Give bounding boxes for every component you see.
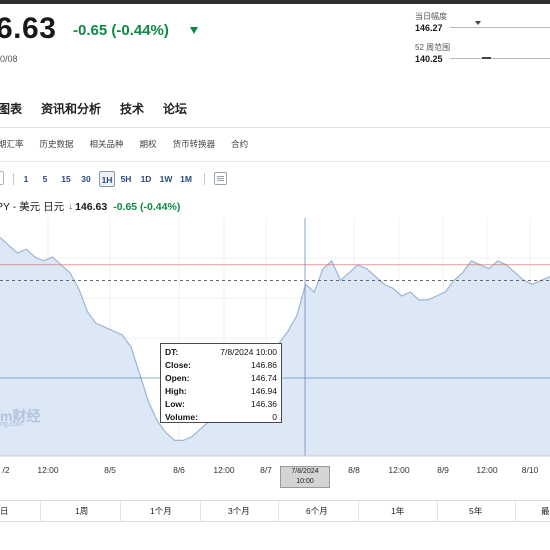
x-tick-label: 8/9	[437, 465, 449, 475]
x-tick-label: 8/8	[348, 465, 360, 475]
x-tick-label: 8/6	[173, 465, 185, 475]
data-tooltip: DT: 7/8/2024 10:00 Close: 146.86 Open: 146.…	[160, 343, 282, 423]
x-tick-label: 12:00	[476, 465, 498, 475]
period-3mo[interactable]: 3个月	[228, 505, 250, 517]
subnav-options[interactable]: 期权	[140, 138, 157, 150]
nav-divider	[0, 127, 550, 128]
table-view-icon[interactable]	[214, 172, 227, 185]
tooltip-high: 146.94	[251, 386, 277, 396]
period-6mo[interactable]: 6个月	[306, 505, 328, 517]
subnav-contracts[interactable]: 合约	[231, 138, 248, 150]
week52-marker	[482, 57, 491, 59]
day-range-marker	[475, 21, 481, 25]
period-separator	[278, 501, 279, 521]
period-selector: 日 1周 1个月 3个月 6个月 1年 5年 最	[0, 500, 550, 522]
x-tick-label: 8/10	[521, 465, 539, 475]
period-1w[interactable]: 1周	[75, 505, 88, 517]
tooltip-dt: 7/8/2024 10:00	[220, 347, 277, 357]
nav-forum[interactable]: 论坛	[163, 100, 187, 118]
interval-5h[interactable]: 5H	[118, 171, 134, 187]
interval-5m[interactable]: 5	[39, 171, 51, 187]
period-5y[interactable]: 5年	[469, 505, 482, 517]
day-range-value: 146.27	[415, 23, 443, 33]
subnav-related[interactable]: 相关品种	[90, 138, 124, 150]
period-separator	[200, 501, 201, 521]
tooltip-open-label: Open:	[165, 373, 190, 383]
week52-bar	[450, 58, 550, 59]
chart-symbol: PY - 美元 日元	[0, 201, 65, 213]
chart-price: 146.63	[75, 200, 108, 213]
top-bar	[0, 0, 550, 4]
subnav-divider	[0, 161, 550, 162]
chart-change: -0.65 (-0.44%)	[113, 200, 181, 213]
week52-value: 140.25	[415, 54, 443, 64]
period-separator	[120, 501, 121, 521]
tooltip-high-label: High:	[165, 386, 187, 396]
tooltip-dt-label: DT:	[165, 347, 179, 357]
price-change: -0.65 (-0.44%)	[73, 22, 169, 39]
x-tick-label: 12:00	[213, 465, 235, 475]
period-1mo[interactable]: 1个月	[150, 505, 172, 517]
period-1d[interactable]: 日	[0, 505, 9, 517]
tooltip-low-label: Low:	[165, 399, 185, 409]
tooltip-volume-label: Volume:	[165, 412, 198, 422]
interval-1mo[interactable]: 1M	[178, 171, 194, 187]
nav-chart[interactable]: 图表	[0, 100, 22, 118]
interval-1h[interactable]: 1H	[99, 171, 115, 187]
week52-label: 52 周范围	[415, 43, 451, 52]
interval-30m[interactable]: 30	[78, 171, 94, 187]
x-cursor-label: 7/8/2024 10:00	[280, 466, 330, 488]
interval-15m[interactable]: 15	[58, 171, 74, 187]
sub-nav: 期汇率 历史数据 相关品种 期权 货币转换器 合约	[0, 138, 264, 150]
toolbar-separator	[204, 173, 205, 185]
period-separator	[358, 501, 359, 521]
tooltip-close-label: Close:	[165, 360, 191, 370]
period-max[interactable]: 最	[541, 505, 550, 517]
down-arrow-icon	[190, 27, 198, 34]
nav-technical[interactable]: 技术	[120, 100, 144, 118]
day-range-label: 当日幅度	[415, 12, 447, 21]
current-price: 6.63	[0, 12, 57, 45]
x-tick-label: 12:00	[388, 465, 410, 475]
x-tick-label: 8/5	[104, 465, 116, 475]
chart-type-icon[interactable]	[0, 171, 4, 185]
x-tick-label: 8/7	[260, 465, 272, 475]
tooltip-low: 146.36	[251, 399, 277, 409]
day-range-bar	[450, 27, 550, 28]
tooltip-close: 146.86	[251, 360, 277, 370]
period-separator	[437, 501, 438, 521]
period-separator	[515, 501, 516, 521]
nav-news-analysis[interactable]: 资讯和分析	[41, 100, 101, 118]
main-nav: 图表 资讯和分析 技术 论坛	[0, 100, 206, 118]
subnav-converter[interactable]: 货币转换器	[173, 138, 216, 150]
x-cursor-date: 7/8/2024	[291, 468, 319, 475]
interval-1w[interactable]: 1W	[158, 171, 174, 187]
tooltip-open: 146.74	[251, 373, 277, 383]
toolbar-separator	[13, 173, 14, 185]
subnav-forward-rate[interactable]: 期汇率	[0, 138, 24, 150]
down-arrow-icon: ↓	[68, 201, 74, 212]
x-cursor-time: 10:00	[296, 478, 314, 485]
x-tick-label: /2	[2, 465, 10, 475]
interval-1d[interactable]: 1D	[138, 171, 154, 187]
period-1y[interactable]: 1年	[391, 505, 404, 517]
x-tick-label: 12:00	[37, 465, 59, 475]
subnav-history[interactable]: 历史数据	[40, 138, 74, 150]
interval-1m[interactable]: 1	[20, 171, 32, 187]
chart-title: PY - 美元 日元 ↓ 146.63 -0.65 (-0.44%)	[0, 199, 180, 214]
tooltip-volume: 0	[272, 412, 277, 422]
quote-date: 0/08	[0, 54, 18, 64]
watermark-url: ng.com	[0, 421, 23, 428]
period-separator	[40, 501, 41, 521]
